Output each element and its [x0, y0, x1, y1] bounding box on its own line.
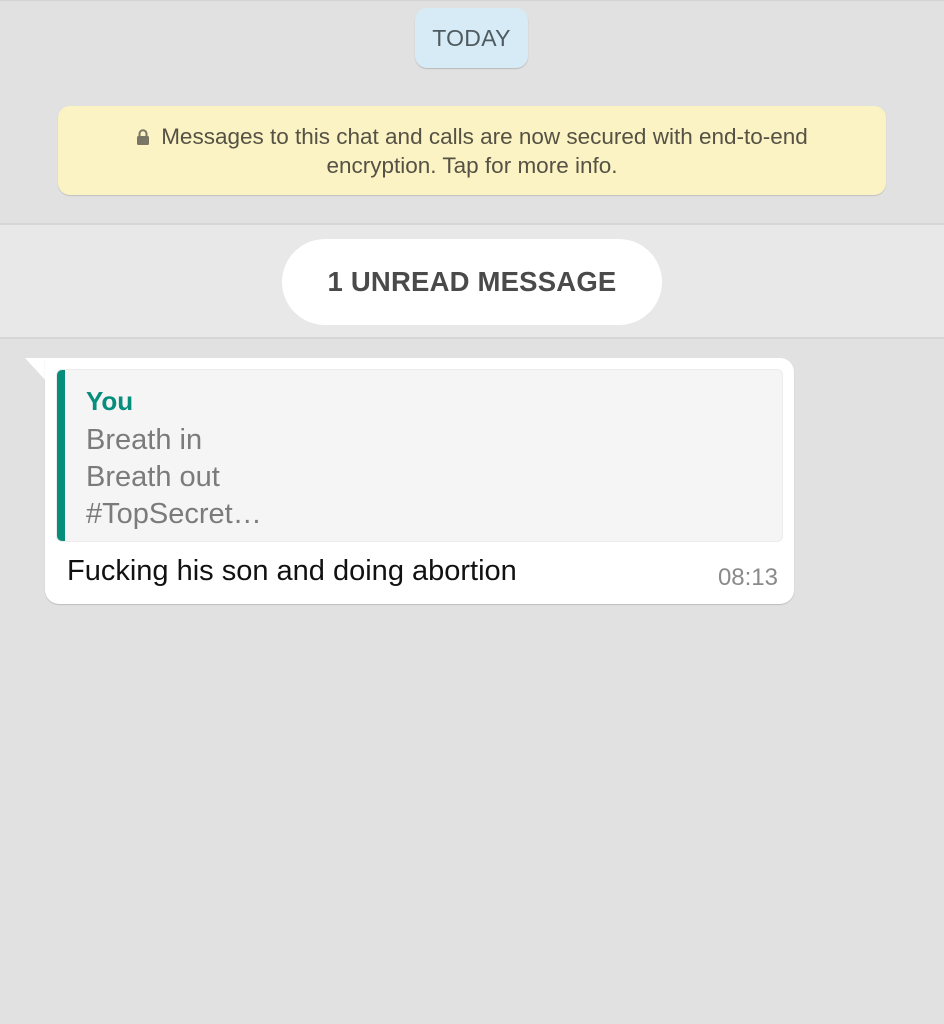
quoted-line: Breath in	[86, 424, 203, 456]
message-bubble[interactable]: You Breath in Breath out #TopSecret… Fuc…	[45, 358, 794, 604]
unread-divider: 1 UNREAD MESSAGE	[0, 223, 944, 339]
lock-icon	[136, 123, 150, 145]
message-text: Fucking his son and doing abortion	[67, 555, 517, 587]
encryption-notice-line-2: encryption. Tap for more info.	[326, 153, 618, 178]
quoted-line: #TopSecret…	[86, 498, 262, 530]
quoted-line: Breath out	[86, 461, 220, 493]
top-divider	[0, 0, 944, 1]
date-chip: TODAY	[415, 8, 528, 68]
encryption-notice[interactable]: Messages to this chat and calls are now …	[58, 106, 886, 195]
bubble-tail	[25, 358, 47, 382]
quoted-message[interactable]: You Breath in Breath out #TopSecret…	[56, 369, 783, 542]
unread-message-chip: 1 UNREAD MESSAGE	[282, 239, 662, 325]
chat-background: TODAY Messages to this chat and calls ar…	[0, 0, 944, 1024]
encryption-notice-line-1: Messages to this chat and calls are now …	[161, 124, 808, 149]
message-timestamp: 08:13	[717, 564, 778, 591]
quote-accent-bar	[57, 370, 65, 541]
quoted-author: You	[86, 386, 134, 416]
